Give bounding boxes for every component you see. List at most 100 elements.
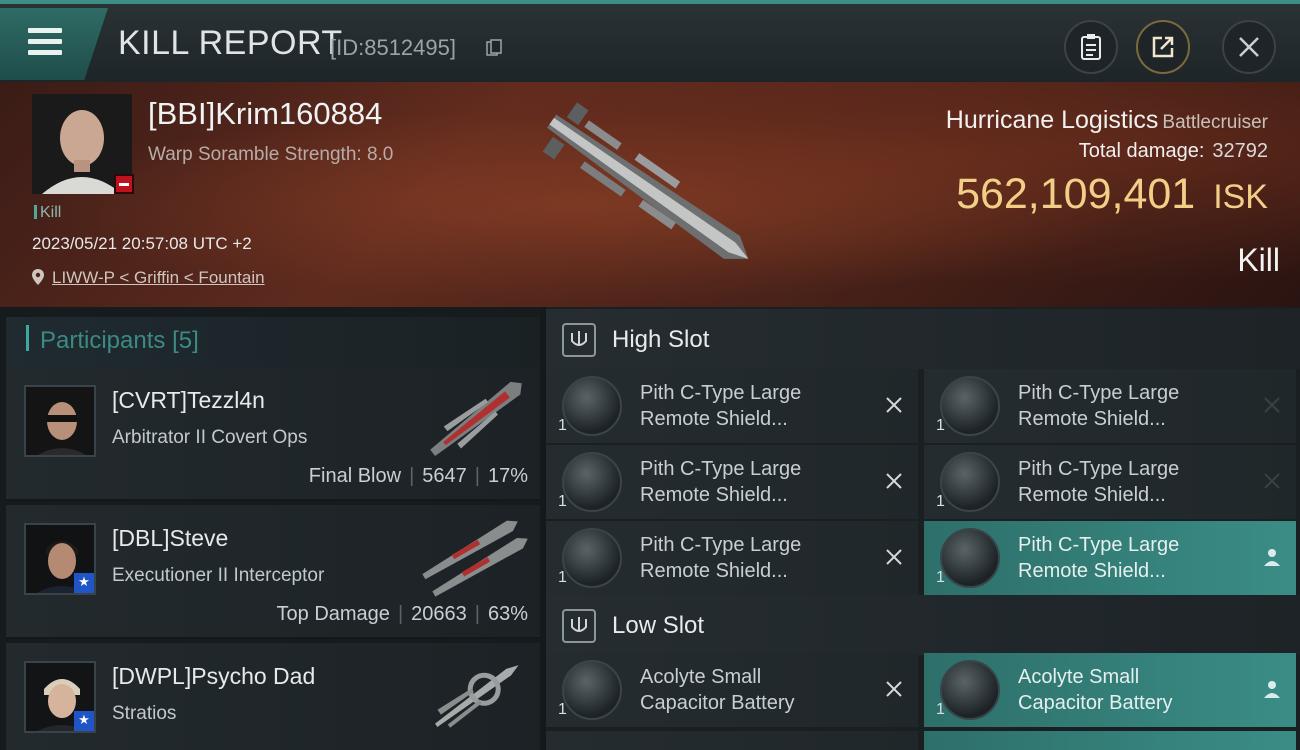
shield-booster-icon: [940, 452, 1000, 512]
fitting-item[interactable]: 1 Pith C-Type Large Remote Shield...: [924, 369, 1296, 443]
participant-avatar[interactable]: ★: [24, 523, 96, 595]
item-quantity: 1: [936, 701, 945, 718]
hamburger-icon-bar: [28, 39, 62, 44]
participant-row[interactable]: ★ [DWPL]Psycho Dad Stratios: [6, 643, 540, 750]
share-button[interactable]: [1136, 20, 1190, 74]
security-status-badge: [114, 174, 134, 194]
clipboard-icon: [1081, 34, 1101, 60]
total-damage-value: 32792: [1212, 140, 1268, 162]
item-name-line1: Acolyte Small: [640, 666, 762, 688]
fitting-item[interactable]: 1 Pith C-Type Large Remote Shield...: [546, 369, 918, 443]
item-name-line2: Capacitor Battery: [1018, 692, 1173, 714]
participant-ship-image[interactable]: [416, 375, 536, 463]
fitting-item[interactable]: 1 Pith C-Type Large Remote Shield...: [546, 521, 918, 595]
item-quantity: 1: [936, 493, 945, 510]
item-name-line1: Acolyte Small: [1018, 666, 1140, 688]
item-name-line2: Remote Shield...: [1018, 484, 1166, 506]
x-icon: [882, 393, 906, 417]
kill-result: Kill: [1237, 242, 1280, 278]
person-icon: [1260, 677, 1284, 701]
warp-scramble-strength: Warp Soramble Strength: 8.0: [148, 144, 394, 165]
kill-datetime: 2023/05/21 20:57:08 UTC +2: [32, 234, 252, 253]
fitting-item[interactable]: [546, 731, 918, 750]
item-quantity: 1: [558, 493, 567, 510]
participant-name[interactable]: [DWPL]Psycho Dad: [112, 663, 315, 690]
menu-button[interactable]: [0, 8, 108, 80]
shield-booster-icon: [562, 528, 622, 588]
item-quantity: 1: [936, 569, 945, 586]
share-icon: [1152, 36, 1174, 58]
high-slot-icon: [562, 323, 596, 357]
high-slot-title: High Slot: [612, 326, 710, 353]
item-quantity: 1: [936, 417, 945, 434]
top-bar: KILL REPORT [ID:8512495]: [0, 0, 1300, 82]
participant-stats: Final Blow | 5647 | 17%: [309, 465, 528, 488]
shield-booster-icon: [562, 376, 622, 436]
copy-icon[interactable]: [486, 39, 502, 57]
participant-stats: Top Damage | 20663 | 63%: [277, 603, 528, 626]
star-icon: ★: [74, 711, 94, 731]
x-icon: [882, 677, 906, 701]
item-name-line2: Remote Shield...: [640, 484, 788, 506]
participant-role: Top Damage: [276, 603, 390, 625]
item-name-line2: Remote Shield...: [1018, 408, 1166, 430]
avatar-image: [26, 387, 94, 455]
fitting-item[interactable]: [924, 731, 1296, 750]
isk-unit: ISK: [1213, 178, 1268, 216]
fitting-item[interactable]: 1 Acolyte Small Capacitor Battery: [546, 653, 918, 727]
item-name: Pith C-Type Large Remote Shield...: [640, 456, 870, 508]
victim-name[interactable]: [BBI]Krim160884: [148, 96, 382, 132]
location-text[interactable]: LIWW-P < Griffin < Fountain: [52, 268, 265, 287]
fitting-item[interactable]: 1 Pith C-Type Large Remote Shield...: [924, 445, 1296, 519]
close-icon: [1239, 37, 1259, 57]
hamburger-icon: [28, 28, 62, 33]
participant-ship: Stratios: [112, 703, 177, 724]
participant-ship-image[interactable]: [416, 651, 536, 739]
capacitor-battery-icon: [562, 660, 622, 720]
clipboard-button[interactable]: [1064, 20, 1118, 74]
shield-booster-icon: [562, 452, 622, 512]
item-quantity: 1: [558, 417, 567, 434]
participant-row[interactable]: [CVRT]Tezzl4n Arbitrator II Covert Ops F…: [6, 367, 540, 501]
isk-value: 562,109,401 ISK: [956, 170, 1268, 219]
item-name: Pith C-Type Large Remote Shield...: [1018, 532, 1248, 584]
stats-separator: |: [409, 465, 415, 487]
x-icon: [1260, 469, 1284, 493]
stats-separator: |: [397, 603, 404, 625]
shield-booster-icon: [940, 528, 1000, 588]
participant-avatar[interactable]: [24, 385, 96, 457]
item-name: Acolyte Small Capacitor Battery: [640, 664, 870, 716]
fitting-item[interactable]: 1 Pith C-Type Large Remote Shield...: [546, 445, 918, 519]
item-name-line2: Remote Shield...: [640, 408, 788, 430]
slot-glyph: [571, 617, 587, 632]
participant-name[interactable]: [DBL]Steve: [112, 525, 228, 552]
slot-glyph: [571, 331, 587, 346]
item-name-line1: Pith C-Type Large: [640, 458, 802, 480]
victim-ship-image[interactable]: [520, 90, 780, 290]
participant-ship: Executioner II Interceptor: [112, 565, 325, 586]
participants-label-text: Participants: [40, 327, 166, 354]
participant-damage: 5647: [422, 465, 467, 487]
star-icon: ★: [74, 573, 94, 593]
fitting-item[interactable]: 1 Pith C-Type Large Remote Shield...: [924, 521, 1296, 595]
participant-row[interactable]: ★ [DBL]Steve Executioner II Interceptor …: [6, 505, 540, 639]
high-slot-header: High Slot: [546, 309, 1300, 369]
stats-separator: |: [474, 465, 480, 487]
item-name-line1: Pith C-Type Large: [1018, 534, 1180, 556]
isk-amount: 562,109,401: [956, 170, 1196, 218]
low-slot-header: Low Slot: [546, 595, 1300, 655]
participant-avatar[interactable]: ★: [24, 661, 96, 733]
close-button[interactable]: [1222, 20, 1276, 74]
item-name: Pith C-Type Large Remote Shield...: [1018, 456, 1248, 508]
item-name-line2: Remote Shield...: [640, 560, 788, 582]
fitting-item[interactable]: 1 Acolyte Small Capacitor Battery: [924, 653, 1296, 727]
location-link[interactable]: LIWW-P < Griffin < Fountain: [32, 268, 265, 288]
participant-name[interactable]: [CVRT]Tezzl4n: [112, 387, 265, 414]
participant-ship-image[interactable]: [416, 513, 536, 601]
page-title: KILL REPORT: [118, 24, 343, 62]
x-icon: [1260, 393, 1284, 417]
victim-ship-name[interactable]: Hurricane Logistics Battlecruiser: [946, 106, 1268, 135]
stats-separator: |: [474, 603, 480, 625]
location-pin-icon: [32, 269, 44, 285]
total-damage: Total damage: 32792: [1079, 140, 1268, 163]
